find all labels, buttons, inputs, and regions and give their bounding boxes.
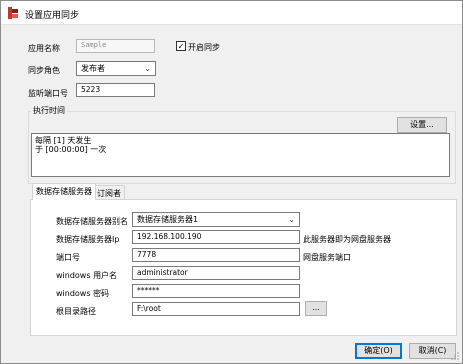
enable-sync-label[interactable]: 开启同步 [188,42,220,53]
root-path-label: 根目录路径 [56,307,96,316]
tab-subscriber[interactable]: 订阅者 [93,185,125,200]
browse-button[interactable]: ... [305,301,327,316]
title-bar: 设置应用同步 [1,1,462,25]
resize-grip-icon[interactable] [450,351,460,361]
settings-dialog: 设置应用同步 应用名称 Sample ✓ 开启同步 同步角色 发布者 ⌄ 监听端… [0,0,463,364]
windows-user-input[interactable]: administrator [132,266,300,280]
schedule-textarea[interactable]: 每隔 [1] 天发生 于 [00:00:00] 一次 [31,133,450,177]
ok-button[interactable]: 确定(O) [355,343,402,359]
storage-ip-input[interactable]: 192.168.100.190 [132,230,300,244]
storage-alias-label: 数据存储服务器别名 [56,217,128,226]
root-path-input[interactable]: F:\root [132,302,300,316]
app-name-label: 应用名称 [28,44,60,53]
schedule-line-1: 每隔 [1] 天发生 [35,136,92,145]
app-name-input[interactable]: Sample [76,39,155,53]
schedule-settings-button[interactable]: 设置... [397,117,447,133]
sync-role-select[interactable]: 发布者 ⌄ [76,61,156,76]
listen-port-label: 监听端口号 [28,89,68,98]
windows-password-label: windows 密码 [56,289,110,298]
schedule-line-2: 于 [00:00:00] 一次 [35,145,107,154]
tab-storage-server[interactable]: 数据存储服务器 [32,183,96,200]
storage-port-note: 网盘服务端口 [303,253,351,262]
listen-port-input[interactable]: 5223 [76,83,155,97]
schedule-group-title: 执行时间 [31,105,67,116]
storage-alias-select[interactable]: 数据存储服务器1 ⌄ [132,212,300,227]
chevron-down-icon: ⌄ [288,215,295,224]
chevron-down-icon: ⌄ [144,64,151,73]
app-icon [8,7,18,19]
storage-port-input[interactable]: 7778 [132,248,300,262]
storage-ip-note: 此服务器即为网盘服务器 [303,235,391,244]
window-title: 设置应用同步 [25,11,80,21]
cancel-button[interactable]: 取消(C) [409,343,456,359]
windows-password-input[interactable]: ****** [132,284,300,298]
sync-role-value: 发布者 [81,64,105,73]
enable-sync-checkbox[interactable]: ✓ [176,41,186,51]
windows-user-label: windows 用户名 [56,271,118,280]
storage-alias-value: 数据存储服务器1 [137,215,199,224]
storage-ip-label: 数据存储服务器Ip [56,235,120,244]
storage-port-label: 端口号 [56,253,80,262]
sync-role-label: 同步角色 [28,66,60,75]
